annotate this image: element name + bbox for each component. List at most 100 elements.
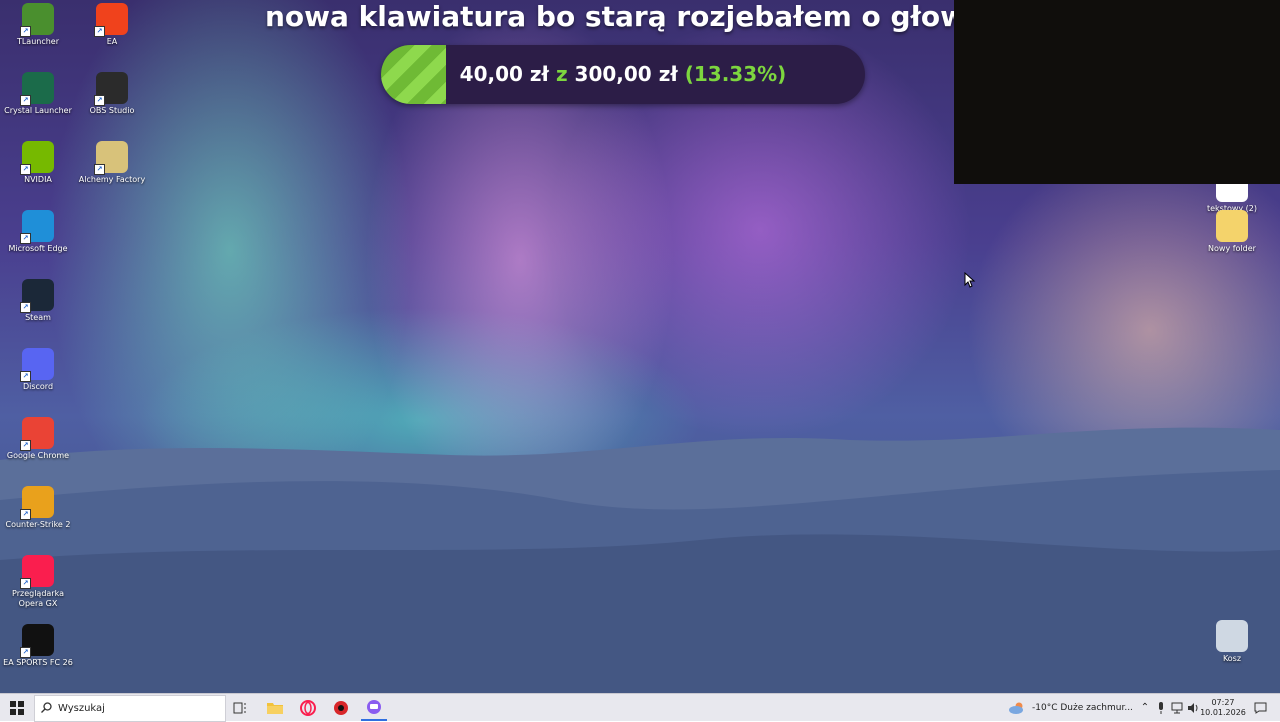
desktop-icon-label: Microsoft Edge xyxy=(8,244,68,253)
chat-app-icon xyxy=(367,699,381,714)
opera-gx-icon: ↗ xyxy=(20,555,54,589)
donation-progress-bar: 40,00 zł z 300,00 zł (13.33%) xyxy=(381,45,865,104)
shortcut-arrow-icon: ↗ xyxy=(20,164,31,175)
obs-icon: ↗ xyxy=(94,72,128,106)
opera-gx-icon xyxy=(300,699,316,716)
donation-percent: (13.33%) xyxy=(684,62,787,86)
desktop-icon-tlauncher[interactable]: ↗ TLauncher xyxy=(2,3,74,47)
donation-progress-text: 40,00 zł z 300,00 zł (13.33%) xyxy=(381,45,865,104)
speaker-icon xyxy=(1188,702,1198,713)
shortcut-arrow-icon: ↗ xyxy=(20,371,31,382)
desktop-icon-microsoft-edge[interactable]: ↗ Microsoft Edge xyxy=(2,210,74,254)
donation-goal-title: nowa klawiatura bo starą rozjebałem o gł… xyxy=(264,0,986,33)
shortcut-arrow-icon: ↗ xyxy=(94,164,105,175)
clock-date: 10.01.2026 xyxy=(1200,707,1246,717)
donation-goal-widget: nowa klawiatura bo starą rozjebałem o gł… xyxy=(260,0,990,110)
desktop-icon-label: Kosz xyxy=(1222,654,1242,663)
ea-sports-fc-icon: ↗ xyxy=(20,624,54,658)
shortcut-arrow-icon: ↗ xyxy=(20,647,31,658)
shortcut-arrow-icon: ↗ xyxy=(94,95,105,106)
shortcut-arrow-icon: ↗ xyxy=(20,509,31,520)
desktop-icon-nowy-folder[interactable]: Nowy folder xyxy=(1196,210,1268,254)
microphone-button[interactable] xyxy=(1154,694,1168,721)
notification-center-button[interactable] xyxy=(1250,694,1270,721)
desktop-icon-label: Przeglądarka Opera GX xyxy=(12,589,64,608)
desktop-icon-ea-sports-fc-26[interactable]: ↗ EA SPORTS FC 26 xyxy=(2,624,74,668)
desktop-icon-steam[interactable]: ↗ Steam xyxy=(2,279,74,323)
weather-widget[interactable]: -10°C Duże zachmur... xyxy=(1008,694,1133,721)
task-view-icon xyxy=(233,702,246,713)
donation-goal-amount: 300,00 zł xyxy=(574,62,678,86)
start-button[interactable] xyxy=(4,694,30,721)
desktop-icon-label: NVIDIA xyxy=(24,175,52,184)
desktop-icon-label: Google Chrome xyxy=(6,451,70,460)
desktop-icon-ea[interactable]: ↗ EA xyxy=(76,3,148,47)
crystal-launcher-icon: ↗ xyxy=(20,72,54,106)
weather-text: -10°C Duże zachmur... xyxy=(1032,702,1133,713)
taskbar-obs-chat[interactable] xyxy=(361,694,387,721)
windows-logo-icon xyxy=(10,700,24,715)
task-view-button[interactable] xyxy=(228,694,252,721)
steam-icon: ↗ xyxy=(20,279,54,313)
desktop-icon-alchemy-factory[interactable]: ↗ Alchemy Factory xyxy=(76,141,148,185)
desktop-icon-label: Steam xyxy=(25,313,51,322)
volume-button[interactable] xyxy=(1186,694,1200,721)
taskbar-app-red[interactable] xyxy=(328,694,354,721)
desktop-icon-nvidia[interactable]: ↗ NVIDIA xyxy=(2,141,74,185)
search-icon xyxy=(41,701,52,716)
desktop-icon-label: EA xyxy=(106,37,118,46)
taskbar-search-box[interactable]: Wyszukaj xyxy=(34,695,226,722)
counter-strike-icon: ↗ xyxy=(20,486,54,520)
show-hidden-icons-button[interactable]: ⌃ xyxy=(1138,694,1152,721)
shortcut-arrow-icon: ↗ xyxy=(20,95,31,106)
recycle-bin-icon xyxy=(1216,620,1248,652)
desktop-icon-google-chrome[interactable]: ↗ Google Chrome xyxy=(2,417,74,461)
desktop-icon-kosz[interactable]: Kosz xyxy=(1196,620,1268,664)
clock-time: 07:27 xyxy=(1211,697,1235,707)
desktop-icon-obs-studio[interactable]: ↗ OBS Studio xyxy=(76,72,148,116)
desktop-icon-counter-strike-2[interactable]: ↗ Counter-Strike 2 xyxy=(2,486,74,530)
network-button[interactable] xyxy=(1170,694,1184,721)
shortcut-arrow-icon: ↗ xyxy=(94,26,105,37)
ea-icon: ↗ xyxy=(94,3,128,37)
mouse-cursor-icon xyxy=(964,272,976,288)
folder-icon xyxy=(267,703,283,714)
desktop-icon-label: Alchemy Factory xyxy=(78,175,146,184)
desktop-icon-label: OBS Studio xyxy=(89,106,135,115)
discord-icon: ↗ xyxy=(20,348,54,382)
shortcut-arrow-icon: ↗ xyxy=(20,26,31,37)
shortcut-arrow-icon: ↗ xyxy=(20,233,31,244)
clock[interactable]: 07:27 10.01.2026 xyxy=(1200,694,1246,721)
taskbar-file-explorer[interactable] xyxy=(262,694,288,721)
folder-icon xyxy=(1216,210,1248,242)
desktop-icon-label: Counter-Strike 2 xyxy=(5,520,71,529)
shortcut-arrow-icon: ↗ xyxy=(20,440,31,451)
desktop-icon-discord[interactable]: ↗ Discord xyxy=(2,348,74,392)
desktop-icon-label: Nowy folder xyxy=(1208,244,1256,253)
microphone-icon xyxy=(1159,701,1163,714)
network-icon xyxy=(1171,702,1183,713)
desktop-icon-label: Crystal Launcher xyxy=(4,106,72,115)
desktop-icon-label: EA SPORTS FC 26 xyxy=(3,658,73,667)
webcam-overlay xyxy=(954,0,1280,184)
notification-icon xyxy=(1254,702,1266,714)
alchemy-factory-icon: ↗ xyxy=(94,141,128,175)
edge-icon: ↗ xyxy=(20,210,54,244)
taskbar: Wyszukaj -10°C Duże zachmur... ⌃ 07:27 1… xyxy=(0,693,1280,722)
desktop-icon-przeglądarka-opera-gx[interactable]: ↗ Przeglądarka Opera GX xyxy=(2,555,74,609)
donation-separator: z xyxy=(555,62,568,86)
search-placeholder: Wyszukaj xyxy=(58,703,105,714)
red-app-icon xyxy=(334,700,348,715)
tlauncher-icon: ↗ xyxy=(20,3,54,37)
desktop-icon-label: Discord xyxy=(22,382,54,391)
weather-cloud-icon xyxy=(1009,702,1023,714)
donation-current-amount: 40,00 zł xyxy=(459,62,549,86)
shortcut-arrow-icon: ↗ xyxy=(20,302,31,313)
desktop-icon-crystal-launcher[interactable]: ↗ Crystal Launcher xyxy=(2,72,74,116)
nvidia-icon: ↗ xyxy=(20,141,54,175)
chrome-icon: ↗ xyxy=(20,417,54,451)
taskbar-opera-gx[interactable] xyxy=(295,694,321,721)
desktop-icon-label: TLauncher xyxy=(16,37,60,46)
chevron-up-icon: ⌃ xyxy=(1140,702,1150,713)
shortcut-arrow-icon: ↗ xyxy=(20,578,31,589)
